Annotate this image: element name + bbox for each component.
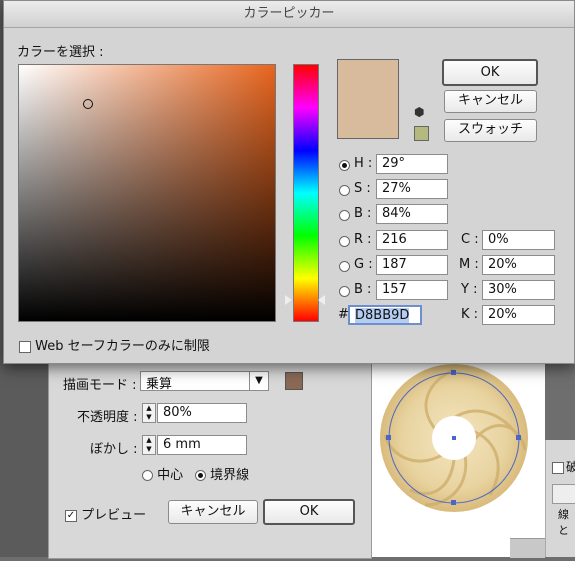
r-radio[interactable] [339,234,350,249]
r-field[interactable]: 216 [376,230,448,250]
b-field[interactable]: 84% [376,204,448,224]
blur-stepper[interactable]: ▲ ▼ [142,435,156,455]
cookie-artwork [380,364,528,512]
blue-radio[interactable] [339,284,350,299]
r-label: R : [354,232,372,247]
scroll-control[interactable] [510,538,545,558]
b-radio[interactable] [339,208,350,223]
right-panel-checkbox[interactable] [552,460,564,475]
mode-select[interactable]: 乗算 ▼ [140,371,269,392]
b-label: B : [354,206,372,221]
blend-color-swatch[interactable] [285,372,303,390]
k-field[interactable]: 20% [482,305,555,325]
opacity-stepper[interactable]: ▲ ▼ [142,403,156,423]
m-label: M : [459,257,479,272]
document-canvas [370,360,545,557]
hex-value: D8BB9D [355,308,410,323]
hue-slider-right-arrow-icon[interactable] [318,295,325,305]
opacity-field[interactable]: 80% [157,403,247,423]
m-field[interactable]: 20% [482,255,555,275]
panel-cancel-button[interactable]: キャンセル [168,500,258,524]
hue-slider[interactable] [293,64,319,322]
k-label: K : [461,307,479,322]
saturation-brightness-field[interactable] [18,64,276,322]
blue-field[interactable]: 157 [376,280,448,300]
blue-label: B : [354,282,372,297]
right-panel-field[interactable] [552,484,575,504]
cube-icon[interactable]: ⬢ [414,105,424,119]
mode-label: 描画モード : [63,378,137,393]
ok-button[interactable]: OK [442,59,538,86]
h-radio[interactable] [339,158,350,173]
hue-slider-left-arrow-icon[interactable] [285,295,292,305]
current-color-swatch [337,59,399,139]
s-radio[interactable] [339,183,350,198]
swatches-button[interactable]: スウォッチ [444,119,537,142]
s-field[interactable]: 27% [376,179,448,199]
color-picker-marker[interactable] [83,99,93,109]
cancel-button[interactable]: キャンセル [444,90,537,113]
chevron-down-icon: ▼ [249,372,268,390]
h-label: H : [354,156,373,171]
center-radio[interactable]: 中心 [142,464,183,483]
y-label: Y : [461,282,478,297]
h-field[interactable]: 29° [376,154,448,174]
right-panel-label: 破 [566,460,575,474]
color-picker-dialog: カラーピッカー カラーを選択 : ⬢ OK キャンセル スウォッチ H : 29… [3,0,575,364]
c-label: C : [461,232,479,247]
panel-ok-button[interactable]: OK [263,499,355,525]
s-label: S : [354,181,371,196]
websafe-color-swatch[interactable] [414,126,429,141]
c-field[interactable]: 0% [482,230,555,250]
blur-field[interactable]: 6 mm [157,435,247,455]
g-label: G : [354,257,373,272]
dialog-title: カラーピッカー [4,1,574,28]
select-color-label: カラーを選択 : [17,45,104,60]
right-side-panel: 破 線と [545,440,575,557]
preview-checkbox[interactable]: ✓ プレビュー [65,504,146,523]
right-panel-label-2: 線と [558,508,569,537]
websafe-checkbox[interactable]: Web セーフカラーのみに制限 [19,335,210,354]
y-field[interactable]: 30% [482,280,555,300]
blur-label: ぼかし : [90,442,138,457]
effect-options-panel: 描画モード : 乗算 ▼ 不透明度 : ▲ ▼ 80% ぼかし : ▲ ▼ 6 mm… [48,362,372,559]
hex-field[interactable]: D8BB9D [348,305,422,325]
edge-radio[interactable]: 境界線 [195,464,249,483]
opacity-label: 不透明度 : [77,410,138,425]
g-radio[interactable] [339,259,350,274]
g-field[interactable]: 187 [376,255,448,275]
mode-value: 乗算 [146,377,173,392]
